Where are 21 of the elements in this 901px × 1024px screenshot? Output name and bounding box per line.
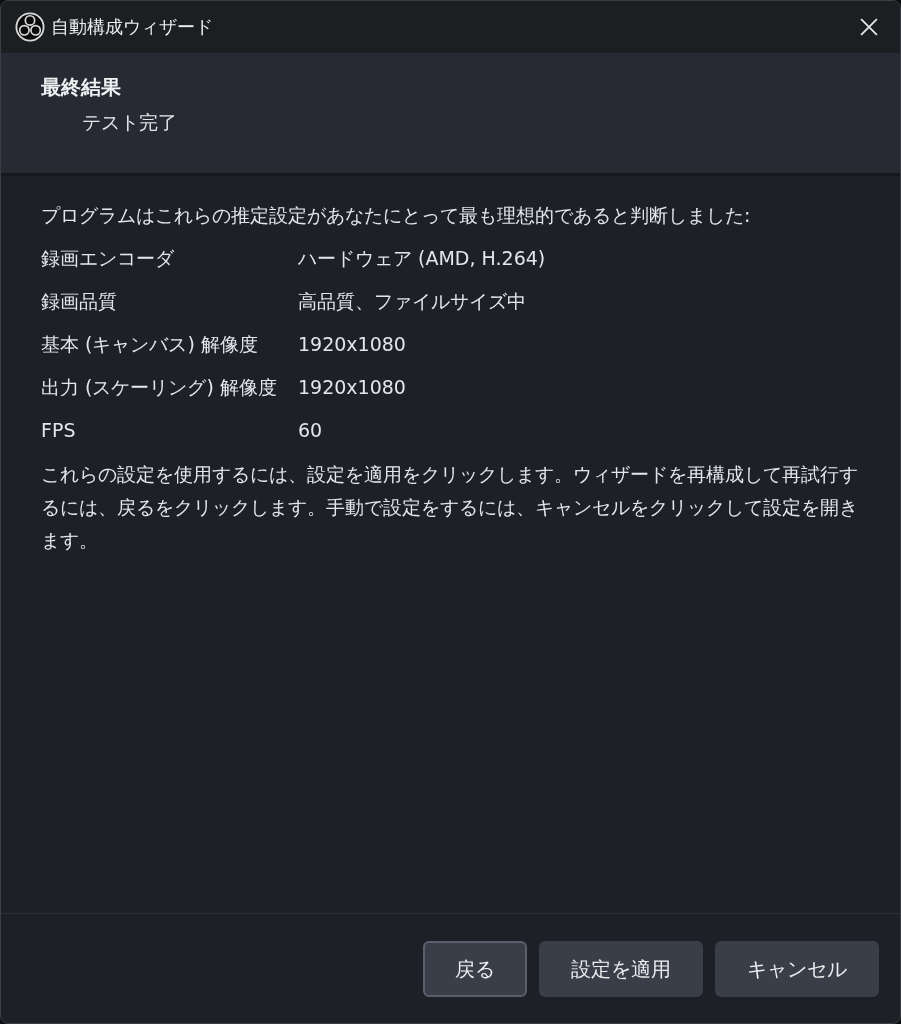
intro-text: プログラムはこれらの推定設定があなたにとって最も理想的であると判断しました: (41, 203, 751, 228)
app-logo-icon (15, 12, 45, 42)
dialog-button[interactable]: 戻る (423, 941, 527, 997)
setting-label: 録画品質 (41, 289, 117, 314)
setting-value: 1920x1080 (298, 332, 406, 357)
setting-value: 1920x1080 (298, 375, 406, 400)
window-title: 自動構成ウィザード (51, 15, 213, 39)
setting-value: 60 (298, 418, 323, 443)
dialog-button[interactable]: キャンセル (715, 941, 879, 997)
setting-value: ハードウェア (AMD, H.264) (298, 246, 546, 271)
setting-label: 出力 (スケーリング) 解像度 (41, 375, 277, 400)
close-button[interactable] (860, 18, 878, 36)
page-heading: 最終結果 (41, 74, 121, 101)
setting-label: 録画エンコーダ (41, 246, 174, 271)
setting-value: 高品質、ファイルサイズ中 (298, 289, 526, 314)
setting-label: FPS (41, 418, 76, 443)
setting-label: 基本 (キャンバス) 解像度 (41, 332, 258, 357)
close-icon (860, 18, 878, 36)
dialog-button[interactable]: 設定を適用 (539, 941, 703, 997)
page-subtitle: テスト完了 (82, 110, 177, 135)
instructions-text: これらの設定を使用するには、設定を適用をクリックします。ウィザードを再構成して再試行するには、戻るをクリックします。手動で設定をするには、キャンセルをクリックして設定を開きます。 (41, 462, 859, 553)
